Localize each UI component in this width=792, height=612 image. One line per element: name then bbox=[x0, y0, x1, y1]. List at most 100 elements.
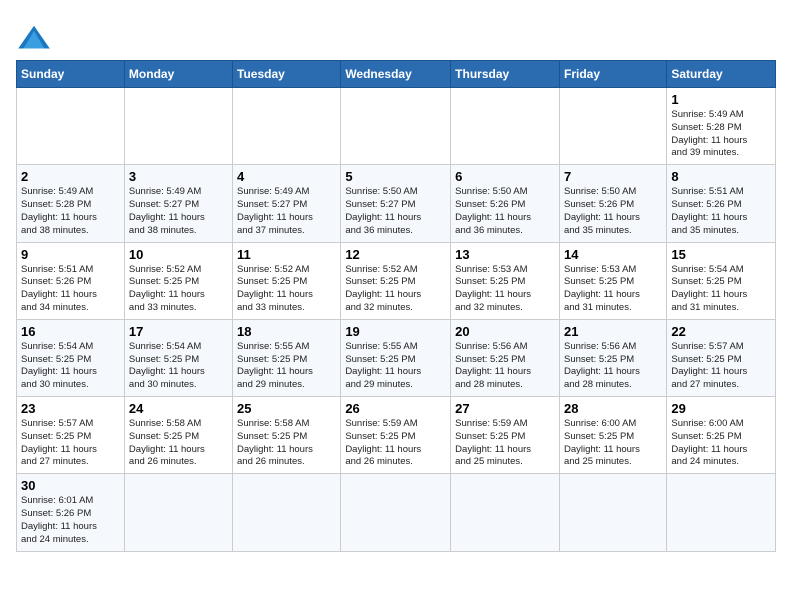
day-info: Sunrise: 5:57 AM Sunset: 5:25 PM Dayligh… bbox=[21, 418, 120, 469]
calendar-cell bbox=[17, 88, 125, 165]
calendar-cell: 26 Sunrise: 5:59 AM Sunset: 5:25 PM Dayli… bbox=[341, 397, 451, 474]
calendar-cell: 15 Sunrise: 5:54 AM Sunset: 5:25 PM Dayli… bbox=[667, 242, 776, 319]
day-number: 1 bbox=[671, 92, 771, 107]
day-info: Sunrise: 6:00 AM Sunset: 5:25 PM Dayligh… bbox=[671, 418, 771, 469]
day-info: Sunrise: 5:58 AM Sunset: 5:25 PM Dayligh… bbox=[129, 418, 228, 469]
week-row-4: 16 Sunrise: 5:54 AM Sunset: 5:25 PM Dayli… bbox=[17, 319, 776, 396]
day-number: 19 bbox=[345, 324, 446, 339]
calendar-cell: 22 Sunrise: 5:57 AM Sunset: 5:25 PM Dayli… bbox=[667, 319, 776, 396]
week-row-5: 23 Sunrise: 5:57 AM Sunset: 5:25 PM Dayli… bbox=[17, 397, 776, 474]
day-number: 26 bbox=[345, 401, 446, 416]
calendar-cell: 27 Sunrise: 5:59 AM Sunset: 5:25 PM Dayli… bbox=[451, 397, 560, 474]
day-info: Sunrise: 5:59 AM Sunset: 5:25 PM Dayligh… bbox=[455, 418, 555, 469]
calendar-cell: 1 Sunrise: 5:49 AM Sunset: 5:28 PM Daylig… bbox=[667, 88, 776, 165]
day-info: Sunrise: 5:54 AM Sunset: 5:25 PM Dayligh… bbox=[21, 341, 120, 392]
calendar-cell: 28Sunrise: 6:00 AM Sunset: 5:25 PM Dayli… bbox=[559, 397, 666, 474]
calendar-cell: 10 Sunrise: 5:52 AM Sunset: 5:25 PM Dayli… bbox=[124, 242, 232, 319]
calendar-cell bbox=[341, 88, 451, 165]
day-info: Sunrise: 5:52 AM Sunset: 5:25 PM Dayligh… bbox=[345, 264, 446, 315]
day-info: Sunrise: 5:56 AM Sunset: 5:25 PM Dayligh… bbox=[564, 341, 662, 392]
week-row-2: 2 Sunrise: 5:49 AM Sunset: 5:28 PM Daylig… bbox=[17, 165, 776, 242]
weekday-header-wednesday: Wednesday bbox=[341, 61, 451, 88]
calendar-cell: 16 Sunrise: 5:54 AM Sunset: 5:25 PM Dayli… bbox=[17, 319, 125, 396]
calendar-cell bbox=[124, 474, 232, 551]
calendar-cell: 17 Sunrise: 5:54 AM Sunset: 5:25 PM Dayli… bbox=[124, 319, 232, 396]
day-info: Sunrise: 5:51 AM Sunset: 5:26 PM Dayligh… bbox=[21, 264, 120, 315]
day-number: 17 bbox=[129, 324, 228, 339]
calendar-cell: 11 Sunrise: 5:52 AM Sunset: 5:25 PM Dayli… bbox=[233, 242, 341, 319]
calendar-cell bbox=[559, 474, 666, 551]
day-number: 3 bbox=[129, 169, 228, 184]
calendar-cell: 14Sunrise: 5:53 AM Sunset: 5:25 PM Dayli… bbox=[559, 242, 666, 319]
day-number: 25 bbox=[237, 401, 336, 416]
calendar-cell bbox=[124, 88, 232, 165]
day-number: 4 bbox=[237, 169, 336, 184]
day-number: 15 bbox=[671, 247, 771, 262]
day-number: 13 bbox=[455, 247, 555, 262]
day-number: 7 bbox=[564, 169, 662, 184]
calendar-cell: 2 Sunrise: 5:49 AM Sunset: 5:28 PM Daylig… bbox=[17, 165, 125, 242]
calendar-cell bbox=[341, 474, 451, 551]
weekday-header-monday: Monday bbox=[124, 61, 232, 88]
day-number: 21 bbox=[564, 324, 662, 339]
day-info: Sunrise: 5:50 AM Sunset: 5:27 PM Dayligh… bbox=[345, 186, 446, 237]
day-number: 12 bbox=[345, 247, 446, 262]
calendar-cell bbox=[451, 474, 560, 551]
day-info: Sunrise: 5:54 AM Sunset: 5:25 PM Dayligh… bbox=[129, 341, 228, 392]
day-info: Sunrise: 5:55 AM Sunset: 5:25 PM Dayligh… bbox=[237, 341, 336, 392]
day-info: Sunrise: 5:49 AM Sunset: 5:27 PM Dayligh… bbox=[237, 186, 336, 237]
day-info: Sunrise: 5:49 AM Sunset: 5:28 PM Dayligh… bbox=[671, 109, 771, 160]
week-row-1: 1 Sunrise: 5:49 AM Sunset: 5:28 PM Daylig… bbox=[17, 88, 776, 165]
day-info: Sunrise: 5:57 AM Sunset: 5:25 PM Dayligh… bbox=[671, 341, 771, 392]
day-number: 22 bbox=[671, 324, 771, 339]
day-number: 27 bbox=[455, 401, 555, 416]
day-info: Sunrise: 5:53 AM Sunset: 5:25 PM Dayligh… bbox=[564, 264, 662, 315]
day-info: Sunrise: 5:51 AM Sunset: 5:26 PM Dayligh… bbox=[671, 186, 771, 237]
weekday-header-sunday: Sunday bbox=[17, 61, 125, 88]
week-row-6: 30Sunrise: 6:01 AM Sunset: 5:26 PM Dayli… bbox=[17, 474, 776, 551]
day-number: 8 bbox=[671, 169, 771, 184]
day-info: Sunrise: 5:50 AM Sunset: 5:26 PM Dayligh… bbox=[564, 186, 662, 237]
calendar-cell: 29Sunrise: 6:00 AM Sunset: 5:25 PM Dayli… bbox=[667, 397, 776, 474]
calendar-cell: 18 Sunrise: 5:55 AM Sunset: 5:25 PM Dayli… bbox=[233, 319, 341, 396]
calendar-cell: 6Sunrise: 5:50 AM Sunset: 5:26 PM Daylig… bbox=[451, 165, 560, 242]
day-info: Sunrise: 5:54 AM Sunset: 5:25 PM Dayligh… bbox=[671, 264, 771, 315]
calendar-cell: 4 Sunrise: 5:49 AM Sunset: 5:27 PM Daylig… bbox=[233, 165, 341, 242]
day-info: Sunrise: 5:49 AM Sunset: 5:28 PM Dayligh… bbox=[21, 186, 120, 237]
calendar-cell: 24 Sunrise: 5:58 AM Sunset: 5:25 PM Dayli… bbox=[124, 397, 232, 474]
calendar-cell: 30Sunrise: 6:01 AM Sunset: 5:26 PM Dayli… bbox=[17, 474, 125, 551]
day-number: 6 bbox=[455, 169, 555, 184]
calendar-cell bbox=[451, 88, 560, 165]
day-info: Sunrise: 5:58 AM Sunset: 5:25 PM Dayligh… bbox=[237, 418, 336, 469]
day-number: 30 bbox=[21, 478, 120, 493]
day-info: Sunrise: 5:52 AM Sunset: 5:25 PM Dayligh… bbox=[129, 264, 228, 315]
day-number: 9 bbox=[21, 247, 120, 262]
day-number: 5 bbox=[345, 169, 446, 184]
calendar-cell bbox=[233, 474, 341, 551]
calendar-cell: 21 Sunrise: 5:56 AM Sunset: 5:25 PM Dayli… bbox=[559, 319, 666, 396]
calendar-cell: 8 Sunrise: 5:51 AM Sunset: 5:26 PM Daylig… bbox=[667, 165, 776, 242]
calendar-cell: 7 Sunrise: 5:50 AM Sunset: 5:26 PM Daylig… bbox=[559, 165, 666, 242]
calendar-cell: 5 Sunrise: 5:50 AM Sunset: 5:27 PM Daylig… bbox=[341, 165, 451, 242]
week-row-3: 9 Sunrise: 5:51 AM Sunset: 5:26 PM Daylig… bbox=[17, 242, 776, 319]
day-info: Sunrise: 5:53 AM Sunset: 5:25 PM Dayligh… bbox=[455, 264, 555, 315]
day-number: 10 bbox=[129, 247, 228, 262]
day-info: Sunrise: 5:56 AM Sunset: 5:25 PM Dayligh… bbox=[455, 341, 555, 392]
day-number: 16 bbox=[21, 324, 120, 339]
calendar-cell bbox=[233, 88, 341, 165]
logo bbox=[16, 24, 58, 52]
day-number: 24 bbox=[129, 401, 228, 416]
calendar-cell: 19Sunrise: 5:55 AM Sunset: 5:25 PM Dayli… bbox=[341, 319, 451, 396]
day-info: Sunrise: 5:52 AM Sunset: 5:25 PM Dayligh… bbox=[237, 264, 336, 315]
weekday-header-friday: Friday bbox=[559, 61, 666, 88]
day-number: 28 bbox=[564, 401, 662, 416]
day-number: 18 bbox=[237, 324, 336, 339]
day-number: 23 bbox=[21, 401, 120, 416]
calendar-table: SundayMondayTuesdayWednesdayThursdayFrid… bbox=[16, 60, 776, 552]
calendar-cell bbox=[667, 474, 776, 551]
calendar-cell: 12 Sunrise: 5:52 AM Sunset: 5:25 PM Dayli… bbox=[341, 242, 451, 319]
day-number: 2 bbox=[21, 169, 120, 184]
calendar-cell: 25 Sunrise: 5:58 AM Sunset: 5:25 PM Dayli… bbox=[233, 397, 341, 474]
day-number: 11 bbox=[237, 247, 336, 262]
day-info: Sunrise: 5:59 AM Sunset: 5:25 PM Dayligh… bbox=[345, 418, 446, 469]
